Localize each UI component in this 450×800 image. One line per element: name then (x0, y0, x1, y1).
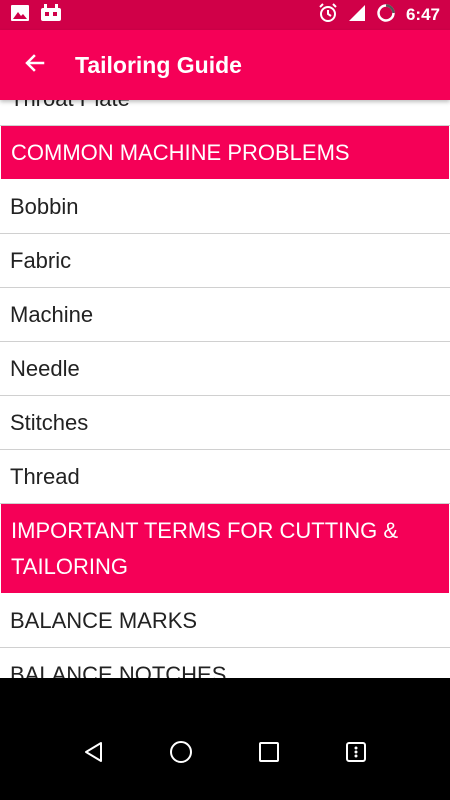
android-debug-icon (40, 4, 62, 26)
home-circle-icon (168, 739, 194, 769)
list-item-fabric[interactable]: Fabric (0, 234, 450, 288)
list-item-bobbin[interactable]: Bobbin (0, 180, 450, 234)
section-header-common-machine-problems: COMMON MACHINE PROBLEMS (1, 126, 449, 180)
menu-icon (345, 741, 367, 767)
sync-icon (376, 3, 396, 27)
page-title: Tailoring Guide (75, 51, 242, 78)
navigation-bar (0, 678, 450, 800)
list-item-balance-marks[interactable]: BALANCE MARKS (0, 594, 450, 648)
arrow-back-icon (23, 51, 47, 79)
back-button[interactable] (0, 30, 70, 100)
signal-icon (348, 4, 366, 26)
list-item-thread[interactable]: Thread (0, 450, 450, 504)
status-time: 6:47 (405, 5, 440, 24)
image-icon (10, 4, 30, 26)
nav-back-button[interactable] (69, 729, 119, 779)
recents-square-icon (258, 741, 280, 767)
nav-menu-button[interactable] (331, 729, 381, 779)
back-triangle-icon (82, 740, 106, 768)
nav-home-button[interactable] (156, 729, 206, 779)
alarm-icon (318, 3, 338, 27)
guide-list[interactable]: Throat Plate COMMON MACHINE PROBLEMS Bob… (0, 100, 450, 678)
nav-recents-button[interactable] (244, 729, 294, 779)
list-item-balance-notches[interactable]: BALANCE NOTCHES (0, 648, 450, 679)
list-container: Throat Plate COMMON MACHINE PROBLEMS Bob… (0, 100, 450, 678)
list-item-stitches[interactable]: Stitches (0, 396, 450, 450)
list-item-throat-plate[interactable]: Throat Plate (0, 100, 450, 126)
app-bar: Tailoring Guide (0, 30, 450, 100)
status-bar: 6:47 (0, 0, 450, 30)
section-header-important-terms: IMPORTANT TERMS FOR CUTTING & TAILORING (1, 504, 449, 594)
list-item-needle[interactable]: Needle (0, 342, 450, 396)
list-item-machine[interactable]: Machine (0, 288, 450, 342)
